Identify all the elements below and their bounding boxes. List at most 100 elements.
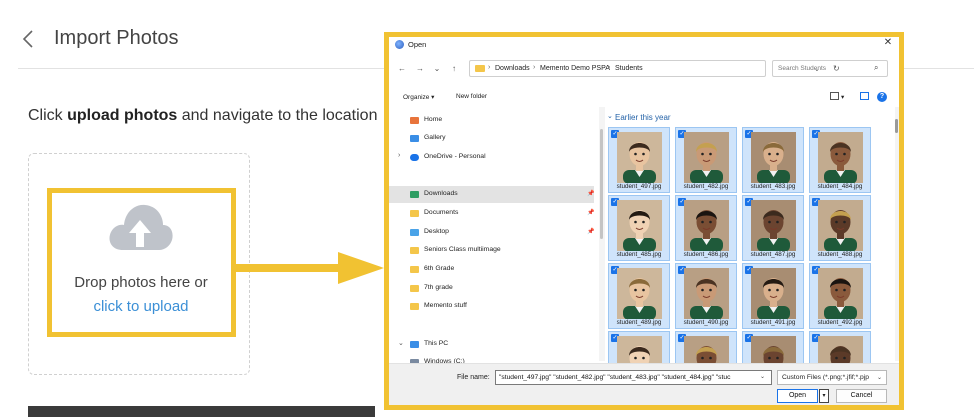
home-icon	[410, 117, 419, 124]
nav-item-home[interactable]: Home	[389, 112, 594, 129]
dropzone-text: Drop photos here or	[74, 274, 208, 291]
scroll-thumb[interactable]	[895, 119, 898, 133]
dialog-footer: File name: "student_497.jpg" "student_48…	[389, 363, 899, 405]
collapse-chevron-icon[interactable]: ⌄	[398, 339, 404, 347]
folder-icon	[410, 247, 419, 254]
pin-icon[interactable]: 📌	[587, 209, 594, 216]
nav-item-gallery[interactable]: Gallery	[389, 130, 594, 147]
cloud-upload-icon	[109, 204, 173, 250]
student-photo-thumbnail	[818, 132, 863, 183]
file-name-value: "student_497.jpg" "student_482.jpg" "stu…	[499, 374, 731, 381]
breadcrumb-students[interactable]: Students	[615, 65, 643, 72]
nav-label: Home	[424, 116, 443, 123]
chevron-down-icon: ⌄	[877, 375, 883, 381]
file-name-label: student_486.jpg	[683, 251, 729, 258]
file-type-value: Custom Files (*.png;*.jfif;*.pjp	[782, 374, 869, 381]
file-tile[interactable]: ✓ student_492.jpg	[809, 263, 871, 329]
close-icon[interactable]: ✕	[882, 37, 894, 48]
address-bar[interactable]: › Downloads › Memento Demo PSPA › Studen…	[469, 60, 840, 77]
breadcrumb-separator: ›	[533, 64, 536, 71]
cancel-button[interactable]: Cancel	[836, 389, 887, 403]
nav-item-6th-grade[interactable]: 6th Grade	[389, 261, 594, 278]
file-name-dropdown-icon[interactable]: ⌄	[760, 373, 765, 380]
file-name-label: student_483.jpg	[750, 183, 796, 190]
new-folder-button[interactable]: New folder	[456, 93, 487, 100]
instructions-suffix: and navigate to the location	[177, 107, 378, 124]
nav-item-memento[interactable]: Memento stuff	[389, 298, 594, 315]
file-name-label: student_485.jpg	[616, 251, 662, 258]
nav-item-documents[interactable]: Documents 📌	[389, 205, 594, 222]
file-name-label: student_484.jpg	[817, 183, 863, 190]
recent-chevron-icon[interactable]: ⌄	[432, 64, 442, 73]
upload-photos-button[interactable]	[28, 406, 375, 417]
download-icon	[410, 191, 419, 198]
file-tile[interactable]: ✓ student_486.jpg	[675, 195, 737, 261]
up-arrow-icon[interactable]: ↑	[449, 64, 459, 73]
pin-icon[interactable]: 📌	[587, 190, 594, 197]
student-photo-thumbnail	[617, 200, 662, 251]
expand-chevron-icon[interactable]: ›	[398, 152, 400, 159]
nav-item-downloads[interactable]: Downloads 📌	[389, 186, 594, 203]
file-tile[interactable]: ✓ student_485.jpg	[608, 195, 670, 261]
navigation-pane: Home Gallery › OneDrive - Personal Downl…	[389, 107, 599, 366]
group-title: Earlier this year	[615, 113, 671, 122]
file-list: ⌄ Earlier this year ✓ student_497.jpg ✓ stu…	[607, 107, 895, 397]
student-photo-thumbnail	[684, 268, 729, 319]
scroll-thumb[interactable]	[600, 129, 603, 239]
file-tile[interactable]: ✓ student_483.jpg	[742, 127, 804, 193]
forward-arrow-icon[interactable]: →	[415, 64, 425, 73]
nav-label: Gallery	[424, 134, 446, 141]
gallery-icon	[410, 135, 419, 142]
file-tile[interactable]: ✓ student_482.jpg	[675, 127, 737, 193]
back-chevron-icon[interactable]	[20, 28, 38, 50]
nav-item-desktop[interactable]: Desktop 📌	[389, 224, 594, 241]
nav-label: OneDrive - Personal	[424, 153, 486, 160]
nav-item-seniors[interactable]: Seniors Class multiimage	[389, 242, 594, 259]
desktop-icon	[410, 229, 419, 236]
nav-item-7th-grade[interactable]: 7th grade	[389, 280, 594, 297]
file-tile[interactable]: ✓ student_497.jpg	[608, 127, 670, 193]
computer-icon	[410, 341, 419, 348]
instructions-prefix: Click	[28, 107, 68, 124]
back-arrow-icon[interactable]: ←	[397, 64, 407, 73]
organize-button[interactable]: Organize ▾	[403, 93, 434, 101]
file-tile[interactable]: ✓ student_487.jpg	[742, 195, 804, 261]
view-options-icon[interactable]	[830, 92, 839, 100]
click-to-upload-link[interactable]: click to upload	[48, 298, 234, 315]
view-dropdown-icon[interactable]: ▾	[841, 93, 844, 101]
student-photo-thumbnail	[751, 200, 796, 251]
instructions-text: Click upload photos and navigate to the …	[28, 107, 377, 125]
file-tile[interactable]: ✓ student_490.jpg	[675, 263, 737, 329]
file-name-label: File name:	[457, 374, 490, 381]
breadcrumb-downloads[interactable]: Downloads	[495, 65, 530, 72]
file-tile[interactable]: ✓ student_491.jpg	[742, 263, 804, 329]
file-name-input[interactable]: "student_497.jpg" "student_482.jpg" "stu…	[495, 370, 772, 385]
breadcrumb-memento[interactable]: Memento Demo PSPA	[540, 65, 610, 72]
open-button[interactable]: Open	[777, 389, 818, 403]
preview-pane-icon[interactable]	[860, 92, 869, 100]
folder-icon	[475, 65, 485, 72]
nav-label: 7th grade	[424, 284, 453, 291]
nav-item-this-pc[interactable]: ⌄ This PC	[389, 336, 594, 353]
nav-label: Desktop	[424, 228, 449, 235]
help-icon[interactable]: ?	[877, 92, 887, 102]
pin-icon[interactable]: 📌	[587, 228, 594, 235]
nav-label: Downloads	[424, 190, 458, 197]
nav-scrollbar[interactable]	[599, 107, 605, 361]
group-collapse-icon[interactable]: ⌄	[607, 112, 613, 120]
nav-item-onedrive[interactable]: › OneDrive - Personal	[389, 149, 594, 166]
file-tile[interactable]: ✓ student_489.jpg	[608, 263, 670, 329]
content-scrollbar[interactable]	[895, 107, 899, 361]
nav-label: Documents	[424, 209, 459, 216]
dialog-titlebar: Open ✕	[389, 37, 899, 51]
file-tile[interactable]: ✓ student_488.jpg	[809, 195, 871, 261]
file-type-select[interactable]: Custom Files (*.png;*.jfif;*.pjp ⌄	[777, 370, 887, 385]
open-file-dialog-highlight: Open ✕ ← → ⌄ ↑ › Downloads › Memento Dem…	[384, 32, 904, 410]
folder-icon	[410, 266, 419, 273]
dialog-navbar: ← → ⌄ ↑ › Downloads › Memento Demo PSPA …	[389, 55, 899, 81]
search-input[interactable]: Search Students ⌕	[772, 60, 888, 77]
file-name-label: student_487.jpg	[750, 251, 796, 258]
open-split-dropdown[interactable]: ▾	[819, 389, 829, 403]
file-tile[interactable]: ✓ student_484.jpg	[809, 127, 871, 193]
student-photo-thumbnail	[751, 132, 796, 183]
